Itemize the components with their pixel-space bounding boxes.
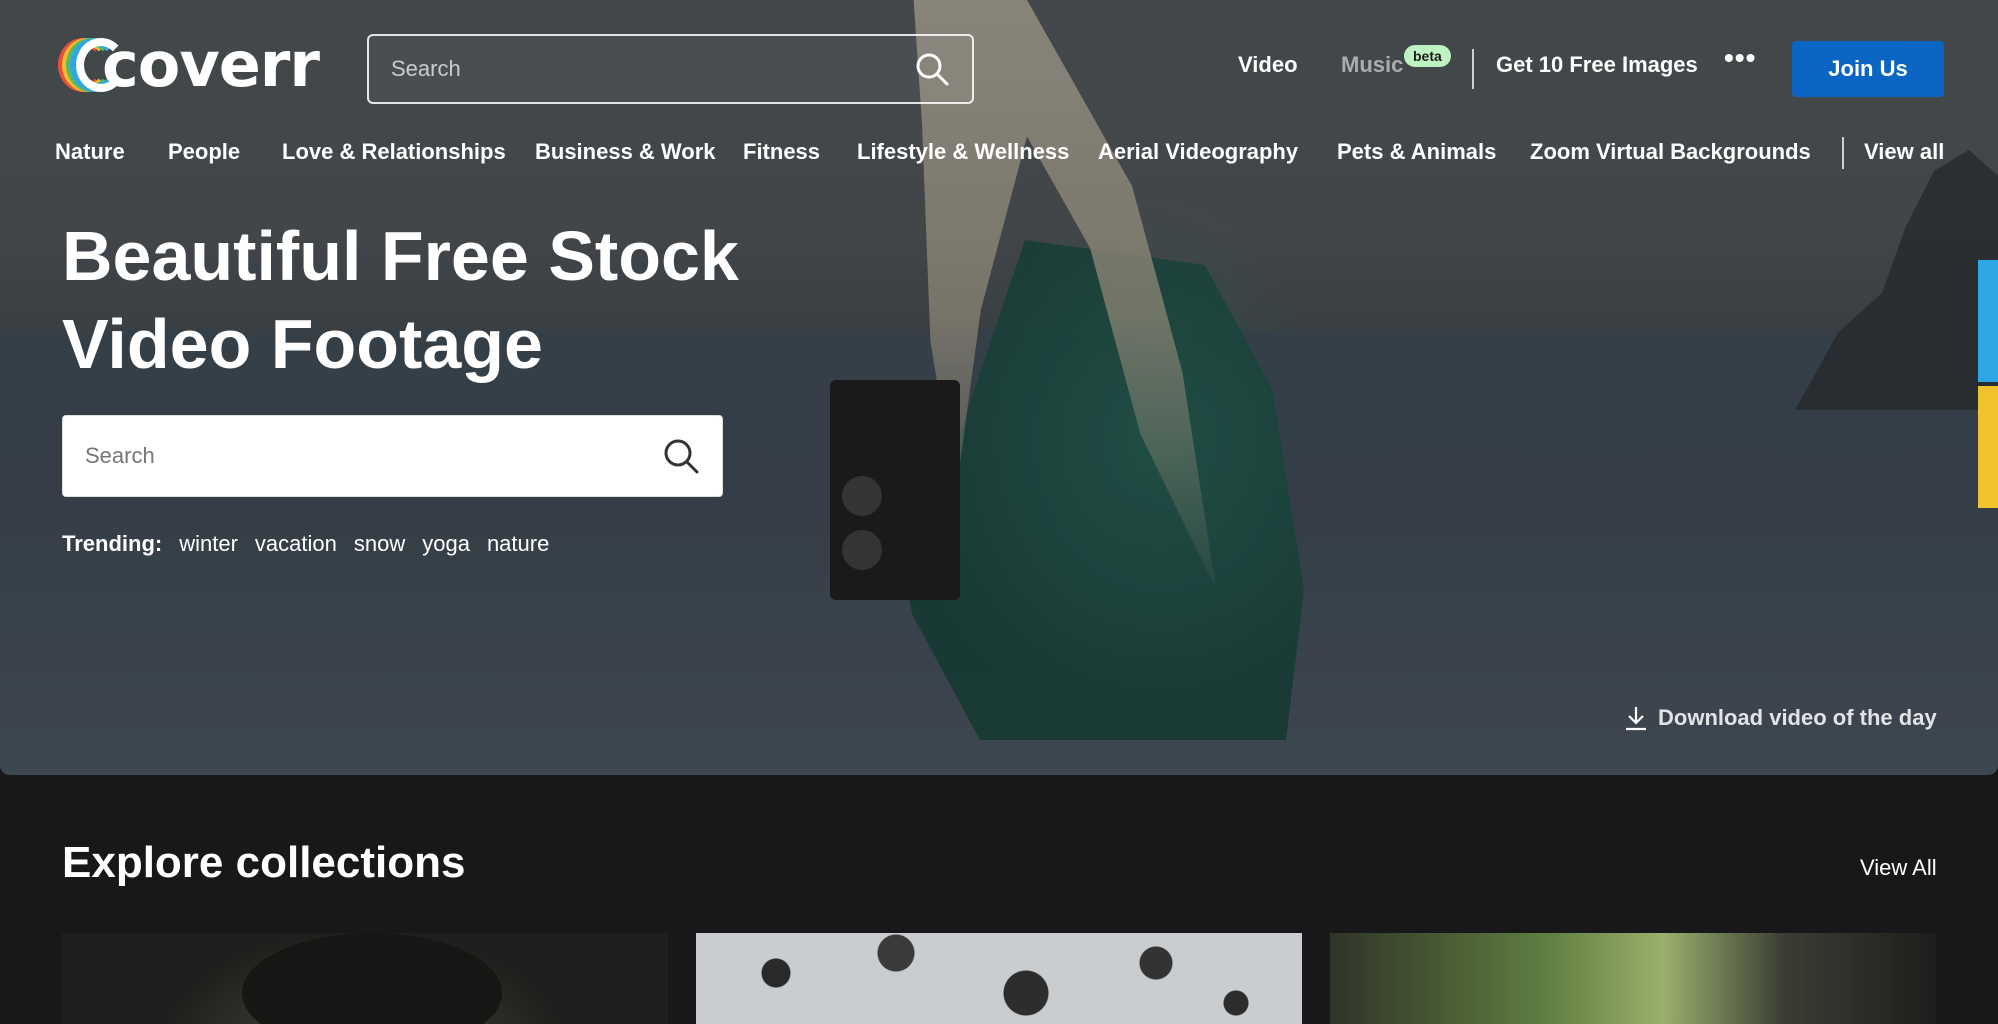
side-tab-yellow[interactable] bbox=[1978, 386, 1998, 508]
beta-badge: beta bbox=[1404, 45, 1451, 67]
nav-divider bbox=[1472, 49, 1474, 89]
trending-label: Trending: bbox=[62, 531, 163, 556]
category-business-work[interactable]: Business & Work bbox=[535, 139, 716, 165]
nav-video[interactable]: Video bbox=[1238, 52, 1298, 78]
explore-view-all[interactable]: View All bbox=[1860, 855, 1937, 881]
category-people[interactable]: People bbox=[168, 139, 240, 165]
category-view-all[interactable]: View all bbox=[1864, 139, 1944, 165]
category-nature[interactable]: Nature bbox=[55, 139, 125, 165]
hero-search-input[interactable] bbox=[85, 443, 662, 469]
category-fitness[interactable]: Fitness bbox=[743, 139, 820, 165]
collection-card[interactable] bbox=[1330, 933, 1936, 1024]
logo-mark-icon bbox=[58, 38, 126, 92]
trending-tags: Trending: winter vacation snow yoga natu… bbox=[62, 531, 549, 557]
nav-free-images[interactable]: Get 10 Free Images bbox=[1496, 52, 1698, 78]
trending-tag[interactable]: yoga bbox=[422, 531, 470, 557]
header-search-input[interactable] bbox=[391, 56, 914, 82]
collection-card[interactable] bbox=[696, 933, 1302, 1024]
hero-headline-line2: Video Footage bbox=[62, 305, 543, 383]
header-search[interactable] bbox=[367, 34, 974, 104]
collection-card[interactable] bbox=[62, 933, 668, 1024]
category-pets-animals[interactable]: Pets & Animals bbox=[1337, 139, 1496, 165]
nav-music[interactable]: Music bbox=[1341, 52, 1403, 78]
trending-tag[interactable]: snow bbox=[354, 531, 405, 557]
explore-title: Explore collections bbox=[62, 838, 466, 887]
search-icon[interactable] bbox=[914, 51, 950, 87]
download-video-of-day[interactable]: Download video of the day bbox=[1624, 705, 1937, 731]
search-icon[interactable] bbox=[662, 437, 700, 475]
hero-headline: Beautiful Free Stock Video Footage bbox=[62, 212, 822, 388]
download-label: Download video of the day bbox=[1658, 705, 1937, 730]
hero-search[interactable] bbox=[62, 415, 723, 497]
trending-tag[interactable]: nature bbox=[487, 531, 549, 557]
category-lifestyle-wellness[interactable]: Lifestyle & Wellness bbox=[857, 139, 1069, 165]
category-aerial-videography[interactable]: Aerial Videography bbox=[1098, 139, 1298, 165]
trending-tag[interactable]: winter bbox=[179, 531, 238, 557]
download-icon bbox=[1626, 707, 1646, 731]
category-divider bbox=[1842, 137, 1844, 169]
more-icon[interactable]: ••• bbox=[1724, 42, 1756, 74]
trending-tag[interactable]: vacation bbox=[255, 531, 337, 557]
hero-headline-line1: Beautiful Free Stock bbox=[62, 217, 739, 295]
join-button[interactable]: Join Us bbox=[1792, 41, 1944, 97]
category-love-relationships[interactable]: Love & Relationships bbox=[282, 139, 506, 165]
logo-text: coverr bbox=[102, 28, 320, 101]
logo[interactable]: coverr bbox=[58, 28, 320, 101]
side-tab-blue[interactable] bbox=[1978, 260, 1998, 382]
category-zoom-backgrounds[interactable]: Zoom Virtual Backgrounds bbox=[1530, 139, 1811, 165]
